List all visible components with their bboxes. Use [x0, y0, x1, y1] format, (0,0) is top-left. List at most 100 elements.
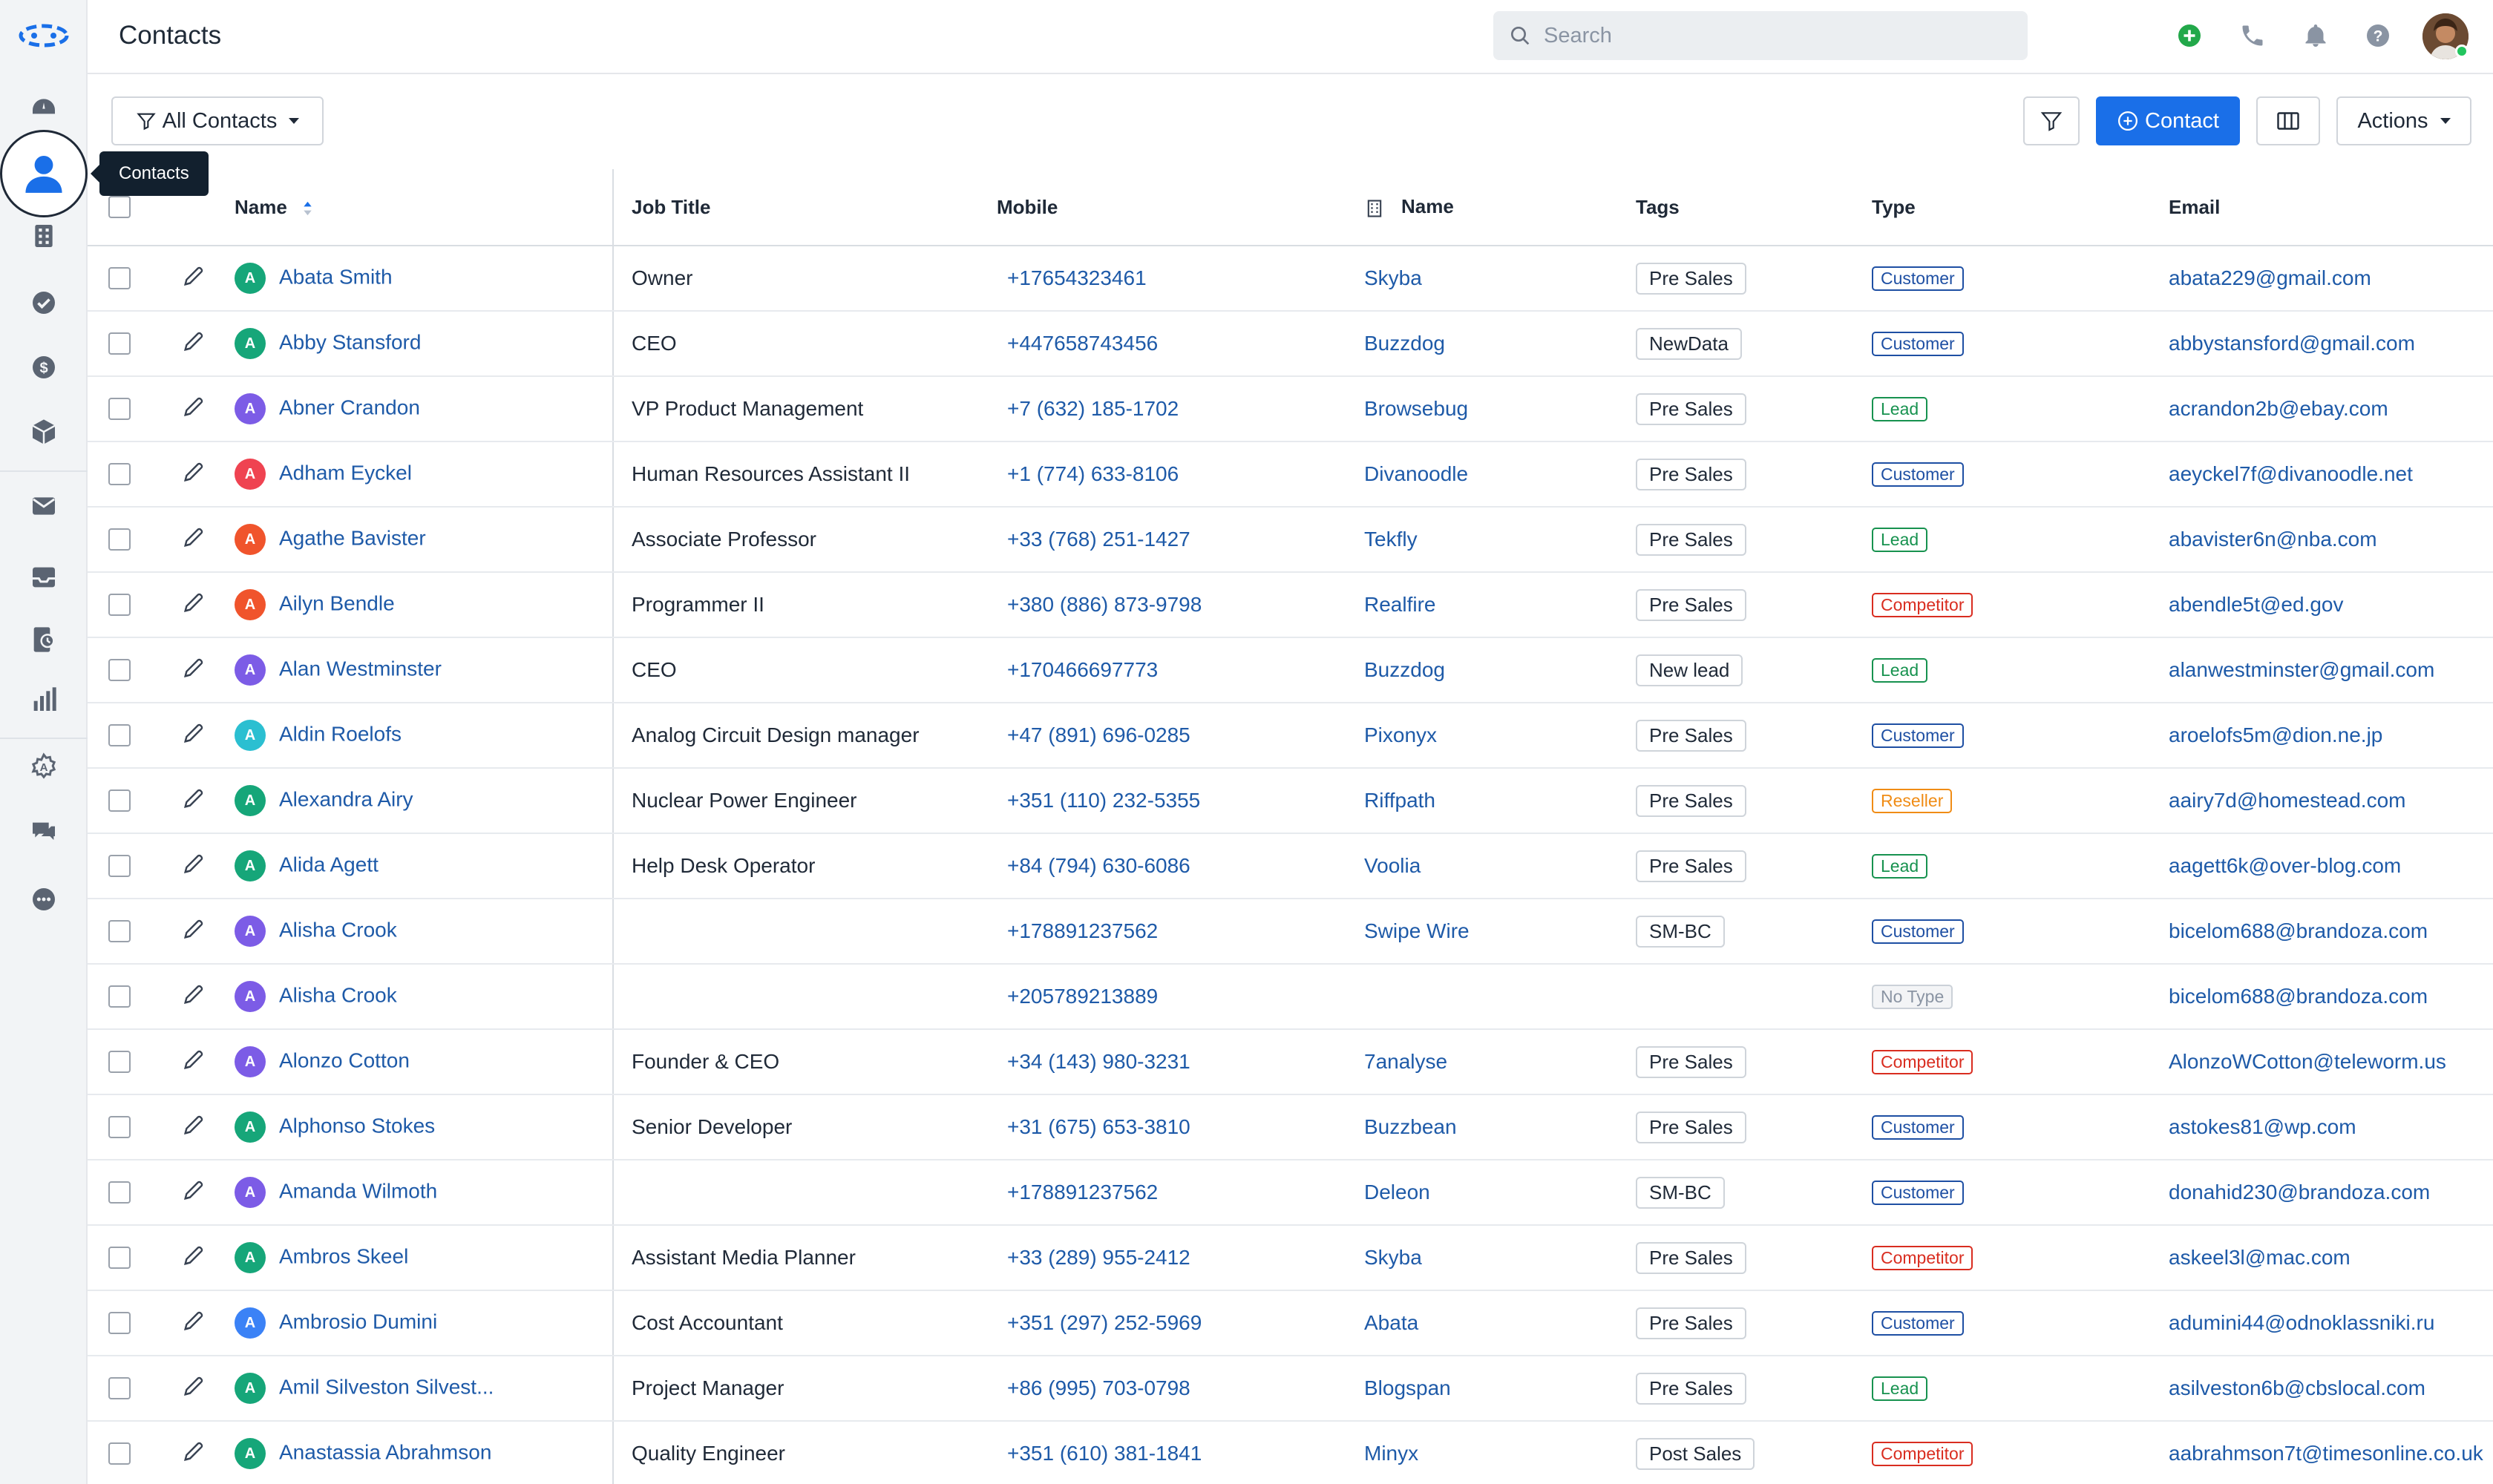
add-contact-button[interactable]: Contact [2096, 96, 2240, 145]
edit-pencil-icon[interactable] [162, 723, 206, 750]
phone-icon[interactable] [2238, 21, 2267, 50]
row-checkbox[interactable] [108, 724, 131, 746]
mobile-link[interactable]: +380 (886) 873-9798 [997, 593, 1202, 616]
table-row[interactable]: A Adham Eyckel Human Resources Assistant I… [88, 441, 2493, 508]
table-row[interactable]: A Amil Silveston Silvest... Project Manage… [88, 1356, 2493, 1422]
products-icon[interactable] [25, 413, 62, 450]
contact-name-link[interactable]: Ailyn Bendle [279, 591, 395, 614]
mobile-link[interactable]: +31 (675) 653-3810 [997, 1115, 1190, 1138]
table-row[interactable]: A Alonzo Cotton Founder & CEO +34 (143) 980… [88, 1029, 2493, 1095]
mobile-link[interactable]: +351 (110) 232-5355 [997, 789, 1200, 812]
select-all-checkbox[interactable] [108, 196, 131, 218]
contact-name-link[interactable]: Amil Silveston Silvest... [279, 1375, 494, 1398]
email-link[interactable]: aagett6k@over-blog.com [2169, 854, 2401, 877]
email-link[interactable]: abavister6n@nba.com [2169, 528, 2377, 551]
row-checkbox[interactable] [108, 985, 131, 1008]
company-name-link[interactable]: Swipe Wire [1364, 919, 1470, 942]
company-name-link[interactable]: Skyba [1364, 1246, 1422, 1269]
dashboard-icon[interactable] [25, 89, 62, 126]
contact-name-link[interactable]: Alisha Crook [279, 918, 397, 941]
mobile-link[interactable]: +33 (289) 955-2412 [997, 1246, 1190, 1269]
row-checkbox[interactable] [108, 1051, 131, 1073]
table-row[interactable]: A Alan Westminster CEO +170466697773 Buzzdog… [88, 637, 2493, 703]
email-link[interactable]: alanwestminster@gmail.com [2169, 658, 2434, 681]
add-icon[interactable] [2175, 21, 2204, 50]
edit-pencil-icon[interactable] [162, 919, 206, 946]
row-checkbox[interactable] [108, 789, 131, 812]
row-checkbox[interactable] [108, 528, 131, 551]
column-header-tags[interactable]: Tags [1636, 169, 1872, 246]
column-header-mobile[interactable]: Mobile [997, 169, 1364, 246]
email-link[interactable]: AlonzoWCotton@teleworm.us [2169, 1050, 2446, 1073]
company-name-link[interactable]: Skyba [1364, 266, 1422, 289]
company-name-link[interactable]: Deleon [1364, 1181, 1430, 1204]
row-checkbox[interactable] [108, 1377, 131, 1399]
column-header-email[interactable]: Email [2169, 169, 2493, 246]
table-row[interactable]: A Ailyn Bendle Programmer II +380 (886) 873… [88, 572, 2493, 638]
app-logo-icon[interactable] [18, 21, 70, 50]
edit-pencil-icon[interactable] [162, 854, 206, 881]
mobile-link[interactable]: +7 (632) 185-1702 [997, 397, 1179, 420]
row-checkbox[interactable] [108, 267, 131, 289]
company-name-link[interactable]: Tekfly [1364, 528, 1418, 551]
inbox-icon[interactable] [25, 559, 62, 596]
documents-icon[interactable] [25, 621, 62, 658]
edit-pencil-icon[interactable] [162, 1181, 206, 1207]
search-input[interactable] [1542, 22, 1991, 49]
contact-name-link[interactable]: Alexandra Airy [279, 787, 413, 810]
mobile-link[interactable]: +447658743456 [997, 332, 1158, 355]
column-header-company-name[interactable]: Name [1364, 169, 1636, 246]
company-name-link[interactable]: Buzzbean [1364, 1115, 1457, 1138]
contact-name-link[interactable]: Alan Westminster [279, 657, 442, 680]
help-icon[interactable]: ? [2363, 21, 2393, 50]
more-icon[interactable] [25, 881, 62, 918]
row-checkbox[interactable] [108, 1116, 131, 1138]
row-checkbox[interactable] [108, 398, 131, 420]
edit-pencil-icon[interactable] [162, 789, 206, 815]
email-link[interactable]: aeyckel7f@divanoodle.net [2169, 462, 2413, 485]
reports-icon[interactable] [25, 681, 62, 718]
mobile-link[interactable]: +1 (774) 633-8106 [997, 462, 1179, 485]
company-name-link[interactable]: Realfire [1364, 593, 1435, 616]
mobile-link[interactable]: +205789213889 [997, 985, 1158, 1008]
mobile-link[interactable]: +33 (768) 251-1427 [997, 528, 1190, 551]
contact-name-link[interactable]: Agathe Bavister [279, 526, 426, 549]
email-link[interactable]: aroelofs5m@dion.ne.jp [2169, 723, 2382, 746]
tasks-icon[interactable] [25, 284, 62, 321]
deals-icon[interactable]: $ [25, 349, 62, 386]
table-row[interactable]: A Alisha Crook +178891237562 Swipe Wire SM-B… [88, 899, 2493, 965]
mobile-link[interactable]: +47 (891) 696-0285 [997, 723, 1190, 746]
search-box[interactable] [1493, 11, 2028, 60]
table-row[interactable]: A Agathe Bavister Associate Professor +33 (… [88, 507, 2493, 573]
contact-name-link[interactable]: Aldin Roelofs [279, 722, 402, 745]
company-name-link[interactable]: Blogspan [1364, 1376, 1451, 1399]
mobile-link[interactable]: +351 (297) 252-5969 [997, 1311, 1202, 1334]
row-checkbox[interactable] [108, 855, 131, 877]
actions-dropdown[interactable]: Actions [2336, 96, 2471, 145]
company-name-link[interactable]: Voolia [1364, 854, 1421, 877]
company-name-link[interactable]: Buzzdog [1364, 658, 1445, 681]
edit-pencil-icon[interactable] [162, 658, 206, 685]
edit-pencil-icon[interactable] [162, 1050, 206, 1077]
email-icon[interactable] [25, 487, 62, 525]
contact-name-link[interactable]: Abner Crandon [279, 395, 420, 418]
edit-pencil-icon[interactable] [162, 397, 206, 424]
mobile-link[interactable]: +178891237562 [997, 1181, 1158, 1204]
contact-name-link[interactable]: Ambrosio Dumini [279, 1310, 437, 1333]
column-header-name[interactable]: Name [235, 169, 613, 246]
contact-name-link[interactable]: Adham Eyckel [279, 461, 412, 484]
email-link[interactable]: abata229@gmail.com [2169, 266, 2371, 289]
contact-name-link[interactable]: Alphonso Stokes [279, 1114, 435, 1137]
company-name-link[interactable]: Browsebug [1364, 397, 1468, 420]
company-name-link[interactable]: 7analyse [1364, 1050, 1447, 1073]
row-checkbox[interactable] [108, 1247, 131, 1269]
contact-name-link[interactable]: Anastassia Abrahmson [279, 1440, 491, 1463]
row-checkbox[interactable] [108, 1181, 131, 1204]
company-name-link[interactable]: Divanoodle [1364, 462, 1468, 485]
view-selector-dropdown[interactable]: All Contacts [111, 96, 324, 145]
email-link[interactable]: abendle5t@ed.gov [2169, 593, 2344, 616]
table-row[interactable]: A Amanda Wilmoth +178891237562 Deleon SM-BC C… [88, 1160, 2493, 1226]
column-header-type[interactable]: Type [1872, 169, 2169, 246]
mobile-link[interactable]: +17654323461 [997, 266, 1147, 289]
edit-pencil-icon[interactable] [162, 1442, 206, 1468]
